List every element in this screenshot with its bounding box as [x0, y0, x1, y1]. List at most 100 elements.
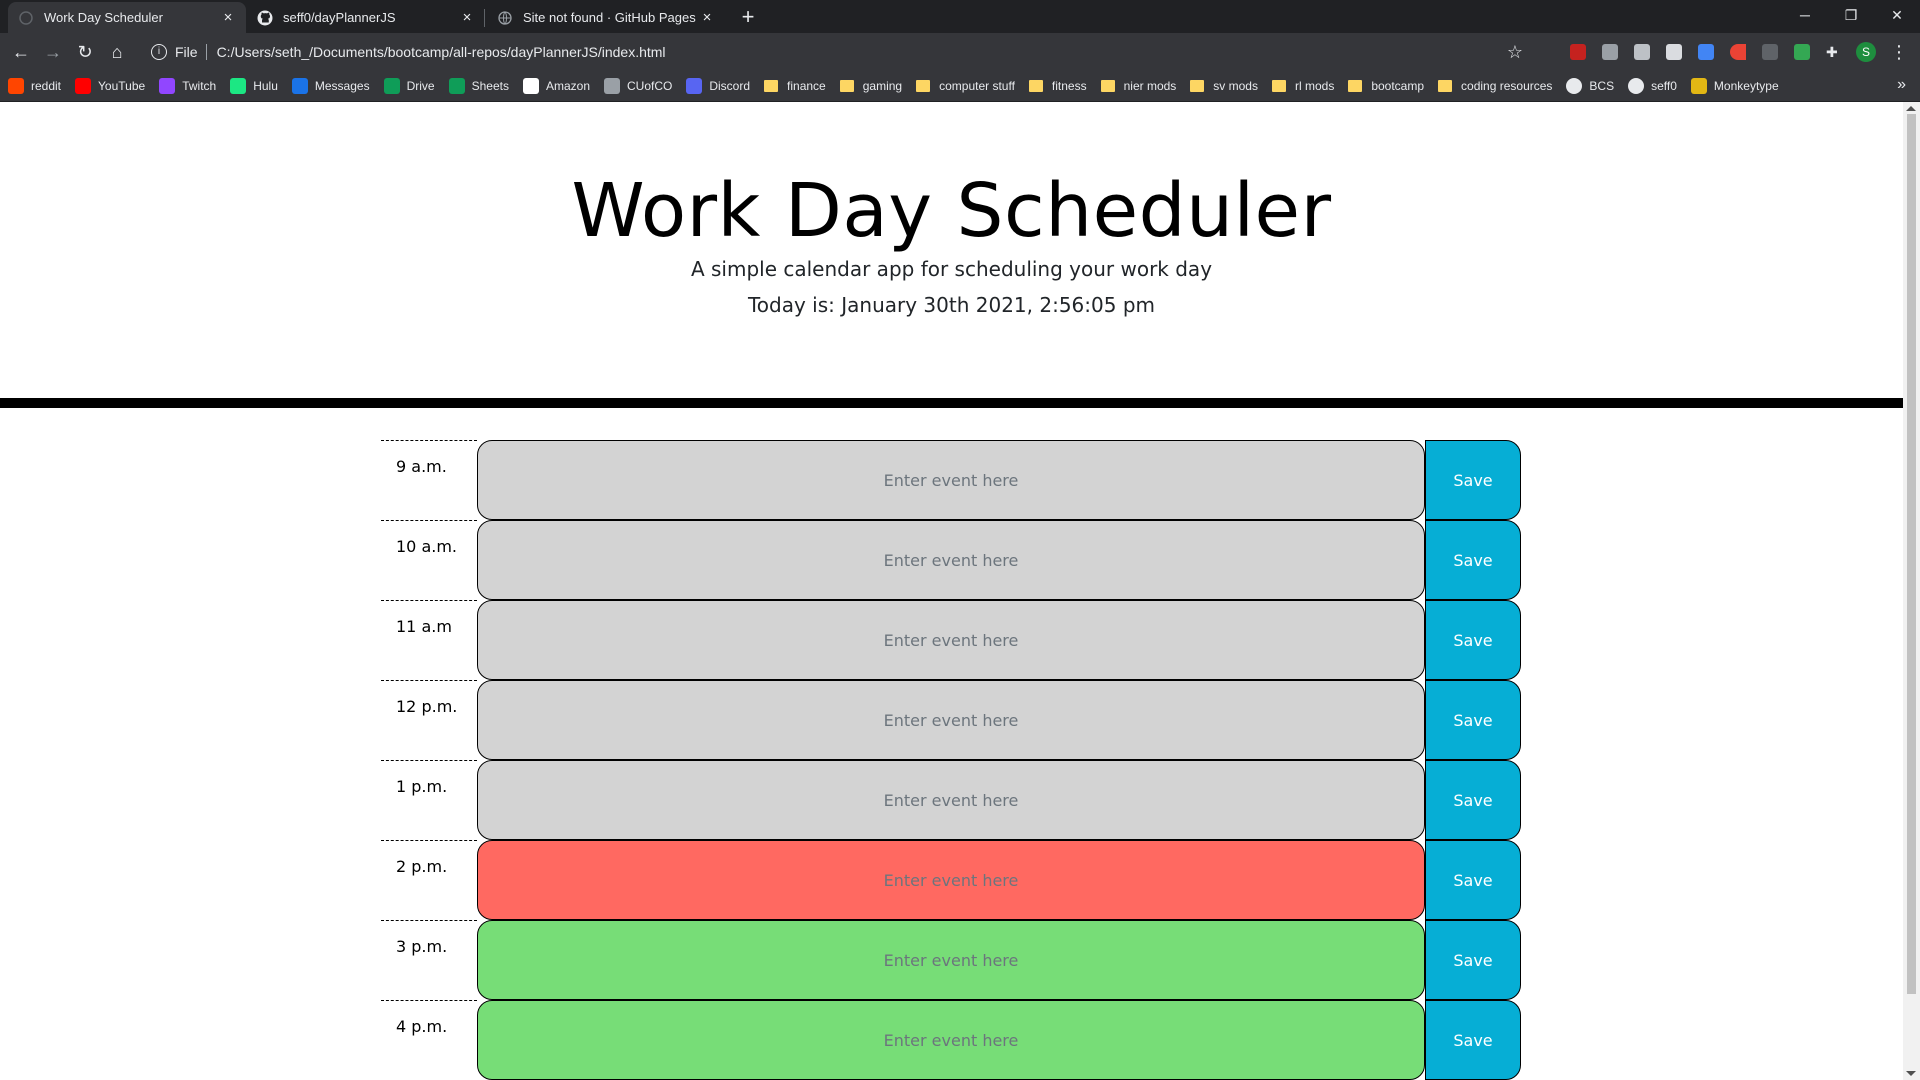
bookmark-bcs[interactable]: BCS [1566, 78, 1614, 94]
discord-icon [686, 78, 703, 94]
restore-icon[interactable]: ❐ [1828, 0, 1874, 30]
tab-github-repo[interactable]: seff0/dayPlannerJS × [247, 2, 485, 33]
event-description-input[interactable]: Enter event here [477, 760, 1425, 840]
extension-icon[interactable] [1634, 44, 1650, 60]
save-button[interactable]: Save [1425, 760, 1521, 840]
bookmark-label: computer stuff [939, 79, 1015, 93]
shield-extension-icon[interactable] [1698, 44, 1714, 60]
address-bar[interactable]: i File C:/Users/seth_/Documents/bootcamp… [141, 37, 1529, 67]
bookmark-label: Twitch [182, 79, 217, 93]
bookmark-label: Amazon [545, 79, 590, 93]
save-button[interactable]: Save [1425, 680, 1521, 760]
hour-label: 9 a.m. [381, 440, 477, 520]
close-tab-icon[interactable]: × [459, 9, 475, 26]
bookmark-seff0[interactable]: seff0 [1628, 78, 1677, 94]
bookmark-drive[interactable]: Drive [383, 78, 435, 94]
bookmark-discord[interactable]: Discord [686, 78, 750, 94]
bookmark-computer-stuff[interactable]: computer stuff [916, 79, 1015, 93]
scrollbar[interactable] [1903, 102, 1920, 1080]
back-arrow-icon[interactable]: ← [8, 39, 34, 65]
extension-icon[interactable] [1730, 44, 1746, 60]
monkeytype-icon [1690, 78, 1707, 94]
folder-icon [1190, 80, 1205, 92]
forward-arrow-icon[interactable]: → [40, 39, 66, 65]
bookmark-fitness[interactable]: fitness [1028, 79, 1087, 93]
folder-icon [1100, 80, 1115, 92]
event-description-input[interactable]: Enter event here [477, 600, 1425, 680]
bookmark-label: coding resources [1461, 79, 1553, 93]
bookmark-sheets[interactable]: Sheets [448, 78, 509, 94]
drive-icon [383, 78, 400, 94]
bookmark-gaming[interactable]: gaming [839, 79, 902, 93]
puzzle-extensions-icon[interactable]: ✚ [1826, 44, 1842, 60]
extension-icon[interactable] [1666, 44, 1682, 60]
time-block-row: 3 p.m. Enter event here Save [381, 920, 1521, 1000]
bcs-icon [1566, 78, 1583, 94]
bookmark-coding-resources[interactable]: coding resources [1438, 79, 1552, 93]
kebab-menu-icon[interactable]: ⋮ [1890, 40, 1908, 64]
save-button[interactable]: Save [1425, 920, 1521, 1000]
event-description-input[interactable]: Enter event here [477, 920, 1425, 1000]
bookmark-label: reddit [31, 79, 62, 93]
event-description-input[interactable]: Enter event here [477, 1000, 1425, 1080]
event-description-input[interactable]: Enter event here [477, 680, 1425, 760]
event-description-input[interactable]: Enter event here [477, 440, 1425, 520]
bookmark-label: bootcamp [1371, 79, 1425, 93]
download-extension-icon[interactable] [1794, 44, 1810, 60]
bookmark-hulu[interactable]: Hulu [230, 78, 278, 94]
bookmark-messages[interactable]: Messages [291, 78, 370, 94]
bookmark-star-icon[interactable]: ☆ [1507, 42, 1523, 63]
bookmark-monkeytype[interactable]: Monkeytype [1690, 78, 1779, 94]
bookmark-label: Drive [406, 79, 435, 93]
extension-icon[interactable] [1762, 44, 1778, 60]
ublock-extension-icon[interactable] [1570, 44, 1586, 60]
new-tab-plus-icon[interactable]: + [736, 6, 760, 30]
bookmark-label: CUofCO [627, 79, 673, 93]
scroll-up-icon[interactable] [1906, 106, 1916, 111]
info-icon[interactable]: i [151, 44, 167, 60]
bookmark-twitch[interactable]: Twitch [159, 78, 216, 94]
folder-icon [839, 80, 854, 92]
save-button[interactable]: Save [1425, 440, 1521, 520]
bookmark-finance[interactable]: finance [764, 79, 826, 93]
save-button[interactable]: Save [1425, 520, 1521, 600]
time-block-row: 9 a.m. Enter event here Save [381, 440, 1521, 520]
minimize-icon[interactable]: ─ [1782, 0, 1828, 30]
close-window-icon[interactable]: ✕ [1874, 0, 1920, 30]
time-block-container: 9 a.m. Enter event here Save 10 a.m. Enter e… [381, 440, 1521, 1080]
close-tab-icon[interactable]: × [220, 9, 236, 26]
bookmark-sv-mods[interactable]: sv mods [1190, 79, 1258, 93]
save-button[interactable]: Save [1425, 1000, 1521, 1080]
reload-icon[interactable]: ↻ [72, 39, 98, 65]
bookmark-nier-mods[interactable]: nier mods [1100, 79, 1176, 93]
profile-avatar[interactable]: S [1856, 42, 1876, 62]
tab-github-pages[interactable]: Site not found · GitHub Pages × [487, 2, 725, 33]
bookmark-amazon[interactable]: Amazon [522, 78, 590, 94]
event-description-input[interactable]: Enter event here [477, 520, 1425, 600]
bookmark-label: Discord [709, 79, 751, 93]
save-button[interactable]: Save [1425, 600, 1521, 680]
folder-icon [1271, 80, 1286, 92]
hour-label: 10 a.m. [381, 520, 477, 600]
bookmark-rl-mods[interactable]: rl mods [1271, 79, 1334, 93]
event-description-input[interactable]: Enter event here [477, 840, 1425, 920]
save-button[interactable]: Save [1425, 840, 1521, 920]
header-divider [0, 398, 1903, 408]
tab-work-day-scheduler[interactable]: Work Day Scheduler × [8, 2, 246, 33]
close-tab-icon[interactable]: × [699, 9, 715, 26]
mail-extension-icon[interactable] [1602, 44, 1618, 60]
scroll-down-icon[interactable] [1906, 1071, 1916, 1076]
bookmark-reddit[interactable]: reddit [8, 78, 61, 94]
bookmark-cuofco[interactable]: CUofCO [604, 78, 672, 94]
hour-label: 11 a.m [381, 600, 477, 680]
scrollbar-thumb[interactable] [1907, 114, 1916, 994]
time-block-row: 12 p.m. Enter event here Save [381, 680, 1521, 760]
folder-icon [764, 80, 779, 92]
url-scheme-label: File [175, 44, 198, 60]
home-icon[interactable]: ⌂ [104, 39, 130, 65]
reddit-icon [8, 78, 24, 94]
page-title: Work Day Scheduler [571, 168, 1332, 254]
more-bookmarks-icon[interactable]: » [1897, 76, 1906, 94]
bookmark-bootcamp[interactable]: bootcamp [1348, 79, 1424, 93]
bookmark-youtube[interactable]: YouTube [75, 78, 145, 94]
